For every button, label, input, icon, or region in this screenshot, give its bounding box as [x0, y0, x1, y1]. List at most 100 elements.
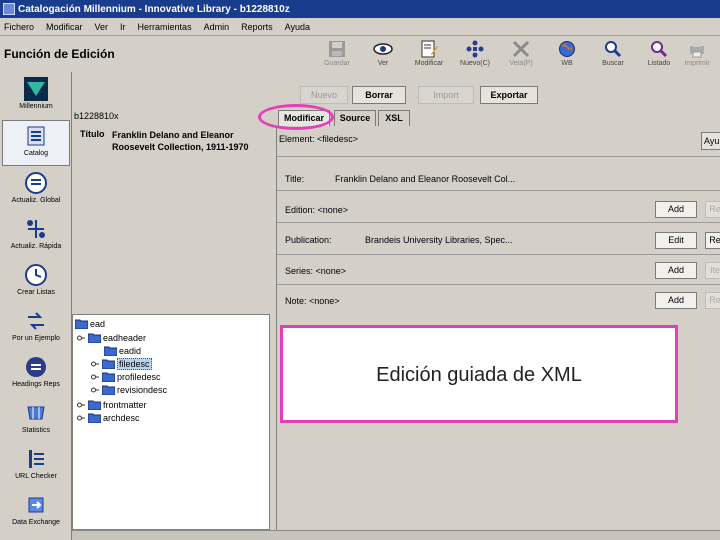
- sidebar-item-rapid-update[interactable]: Actualiz. Rápida: [2, 214, 70, 260]
- create-lists-icon: [25, 264, 47, 286]
- remove-edition-button[interactable]: Re: [705, 201, 720, 218]
- menu-fichero[interactable]: Fichero: [4, 22, 34, 32]
- expand-toggle-icon[interactable]: [77, 401, 85, 409]
- remove-publication-button[interactable]: Re: [705, 232, 720, 249]
- window-title-bar: Catalogación Millennium - Innovative Lib…: [0, 0, 720, 18]
- globe-icon: [559, 41, 575, 57]
- data-exchange-icon: [28, 497, 44, 513]
- expand-toggle-icon[interactable]: [77, 334, 85, 342]
- window-title: Catalogación Millennium - Innovative Lib…: [18, 3, 290, 15]
- sidebar-item-catalog[interactable]: Catalog: [2, 120, 70, 166]
- remove-note-button[interactable]: Re: [705, 292, 720, 309]
- folder-icon: [104, 346, 117, 356]
- expand-toggle-icon[interactable]: [77, 414, 85, 422]
- title-value: Franklin Delano and Eleanor Roosevelt Co…: [112, 130, 249, 152]
- title-label: Título: [80, 129, 105, 139]
- catalog-icon: [27, 126, 45, 146]
- field-publication-value: Brandeis University Libraries, Spec...: [365, 235, 513, 245]
- add-series-button[interactable]: Add: [655, 262, 697, 279]
- tab-source[interactable]: Source: [334, 110, 376, 126]
- highlight-oval: [258, 104, 334, 130]
- sidebar: Millennium Catalog Actualiz. Global Actu…: [0, 72, 72, 540]
- menu-bar: Fichero Modificar Ver Ir Herramientas Ad…: [0, 18, 720, 36]
- edit-document-icon: [421, 40, 438, 58]
- save-icon: [329, 41, 345, 57]
- menu-reports[interactable]: Reports: [241, 22, 273, 32]
- headings-reports-icon: [26, 357, 46, 377]
- field-series-label: Series: <none>: [285, 266, 347, 276]
- new-button[interactable]: Nuevo(C): [452, 38, 498, 74]
- export-button[interactable]: Exportar: [480, 86, 538, 104]
- status-strip: [72, 530, 720, 540]
- statistics-icon: [27, 406, 45, 420]
- save-button[interactable]: Guardar: [314, 38, 360, 74]
- sidebar-item-data-exchange[interactable]: Data Exchange: [2, 490, 70, 536]
- new-record-icon: [466, 40, 484, 58]
- link-icon: [512, 40, 530, 58]
- help-button[interactable]: Ayu: [701, 132, 720, 150]
- tree-node-eadheader[interactable]: eadheader: [77, 331, 146, 344]
- menu-ir[interactable]: Ir: [120, 22, 126, 32]
- tree-node-frontmatter[interactable]: frontmatter: [77, 398, 147, 411]
- folder-icon: [75, 319, 88, 329]
- link-button[interactable]: Veta(P): [498, 38, 544, 74]
- folder-icon: [88, 333, 101, 343]
- tree-node-revisiondesc[interactable]: revisiondesc: [91, 383, 167, 396]
- global-update-icon: [25, 172, 47, 194]
- add-edition-button[interactable]: Add: [655, 201, 697, 218]
- web-button[interactable]: WB: [544, 38, 590, 74]
- caption-box: Edición guiada de XML: [280, 325, 678, 423]
- folder-icon: [88, 400, 101, 410]
- search-list-icon: [651, 41, 668, 58]
- sidebar-item-global-update[interactable]: Actualiz. Global: [2, 168, 70, 214]
- tab-xsl[interactable]: XSL: [378, 110, 410, 126]
- url-checker-icon: [29, 450, 44, 468]
- field-title-label: Title:: [285, 174, 305, 184]
- modify-button[interactable]: Modificar: [406, 38, 452, 74]
- search-icon: [605, 41, 622, 58]
- delete-button[interactable]: Borrar: [352, 86, 406, 104]
- expand-toggle-icon[interactable]: [91, 360, 99, 368]
- menu-ayuda[interactable]: Ayuda: [285, 22, 310, 32]
- divider: [277, 222, 720, 223]
- rapid-update-icon: [27, 220, 45, 238]
- menu-ver[interactable]: Ver: [95, 22, 109, 32]
- app-icon: [3, 3, 15, 15]
- sidebar-item-headings-reports[interactable]: Headings Reps: [2, 352, 70, 398]
- print-button[interactable]: Imprimir: [674, 38, 720, 74]
- tree-node-ead[interactable]: ead: [75, 317, 105, 330]
- divider: [277, 254, 720, 255]
- view-button[interactable]: Ver: [360, 38, 406, 74]
- print-icon: [690, 42, 704, 58]
- xml-tree: ead eadheader eadid filedesc profiledesc…: [72, 314, 270, 530]
- folder-icon: [88, 413, 101, 423]
- field-title-value: Franklin Delano and Eleanor Roosevelt Co…: [335, 174, 516, 184]
- sidebar-item-millennium[interactable]: Millennium: [2, 74, 70, 120]
- page-title: Función de Edición: [4, 47, 115, 61]
- sidebar-item-url-checker[interactable]: URL Checker: [2, 444, 70, 490]
- tree-node-archdesc[interactable]: archdesc: [77, 411, 140, 424]
- sidebar-item-create-lists[interactable]: Crear Listas: [2, 260, 70, 306]
- menu-modificar[interactable]: Modificar: [46, 22, 83, 32]
- new-record-button[interactable]: Nuevo: [300, 86, 348, 104]
- expand-toggle-icon[interactable]: [91, 386, 99, 394]
- tree-node-profiledesc[interactable]: profiledesc: [91, 370, 161, 383]
- element-label: Element: <filedesc>: [279, 134, 359, 144]
- import-button[interactable]: Import: [418, 86, 474, 104]
- sidebar-item-statistics[interactable]: Statistics: [2, 398, 70, 444]
- expand-toggle-icon[interactable]: [91, 373, 99, 381]
- sidebar-item-by-example[interactable]: Por un Ejemplo: [2, 306, 70, 352]
- field-edition-label: Edition: <none>: [285, 205, 349, 215]
- tree-node-filedesc[interactable]: filedesc: [91, 357, 152, 370]
- toolbar: Guardar Ver Modificar Nuevo(C) Veta(P) W…: [310, 36, 720, 76]
- folder-icon: [102, 372, 115, 382]
- tree-node-eadid[interactable]: eadid: [104, 344, 141, 357]
- edit-publication-button[interactable]: Edit: [655, 232, 697, 249]
- add-note-button[interactable]: Add: [655, 292, 697, 309]
- menu-herramientas[interactable]: Herramientas: [138, 22, 192, 32]
- series-item-button[interactable]: Ite: [705, 262, 720, 279]
- millennium-logo-icon: [24, 77, 48, 101]
- search-button[interactable]: Buscar: [590, 38, 636, 74]
- by-example-icon: [28, 312, 44, 330]
- menu-admin[interactable]: Admin: [204, 22, 230, 32]
